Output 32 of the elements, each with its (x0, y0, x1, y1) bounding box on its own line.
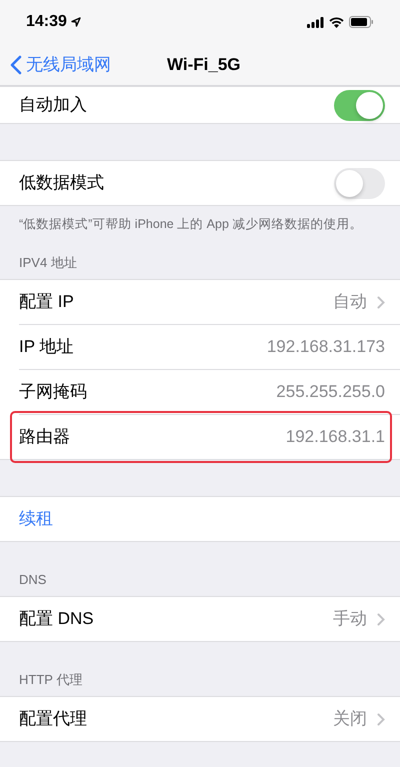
battery-icon (349, 16, 374, 28)
row-label: IP 地址 (19, 336, 74, 358)
row-label: 自动加入 (19, 94, 87, 116)
row-value: 自动 (333, 291, 367, 314)
row-value: 关闭 (333, 708, 367, 730)
chevron-right-icon (377, 612, 385, 626)
toggle-switch[interactable] (334, 90, 385, 120)
time: 14:39 (26, 12, 67, 32)
section-header: IPV4 地址 (19, 254, 77, 272)
row-label: 子网掩码 (19, 381, 87, 404)
chevron-right-icon (377, 712, 385, 726)
location-icon (70, 17, 81, 27)
row-value: 192.168.31.173 (266, 336, 385, 358)
renew-lease-link[interactable]: 续租 (19, 506, 53, 532)
row-label: 配置 IP (19, 291, 74, 314)
wifi-icon (329, 16, 344, 28)
toggle-switch[interactable] (334, 168, 385, 198)
row-value: 手动 (333, 608, 367, 630)
chevron-right-icon (377, 296, 385, 308)
back-chevron-icon (10, 54, 22, 74)
row-value: 192.168.31.1 (286, 426, 385, 448)
row-label: 配置代理 (19, 708, 87, 730)
row-label: 配置 DNS (19, 608, 94, 630)
section-header: DNS (19, 570, 46, 588)
row-label: 低数据模式 (19, 172, 104, 194)
section-header: HTTP 代理 (19, 670, 82, 688)
row-label: 路由器 (19, 426, 70, 448)
row-value: 255.255.255.0 (276, 381, 385, 404)
signal-icon (307, 16, 324, 28)
back-button[interactable]: 无线局域网 (0, 52, 111, 78)
section-footer: “低数据模式”可帮助 iPhone 上的 App 减少网络数据的使用。 (19, 217, 362, 231)
window-title: Wi-Fi_5G (167, 54, 241, 76)
